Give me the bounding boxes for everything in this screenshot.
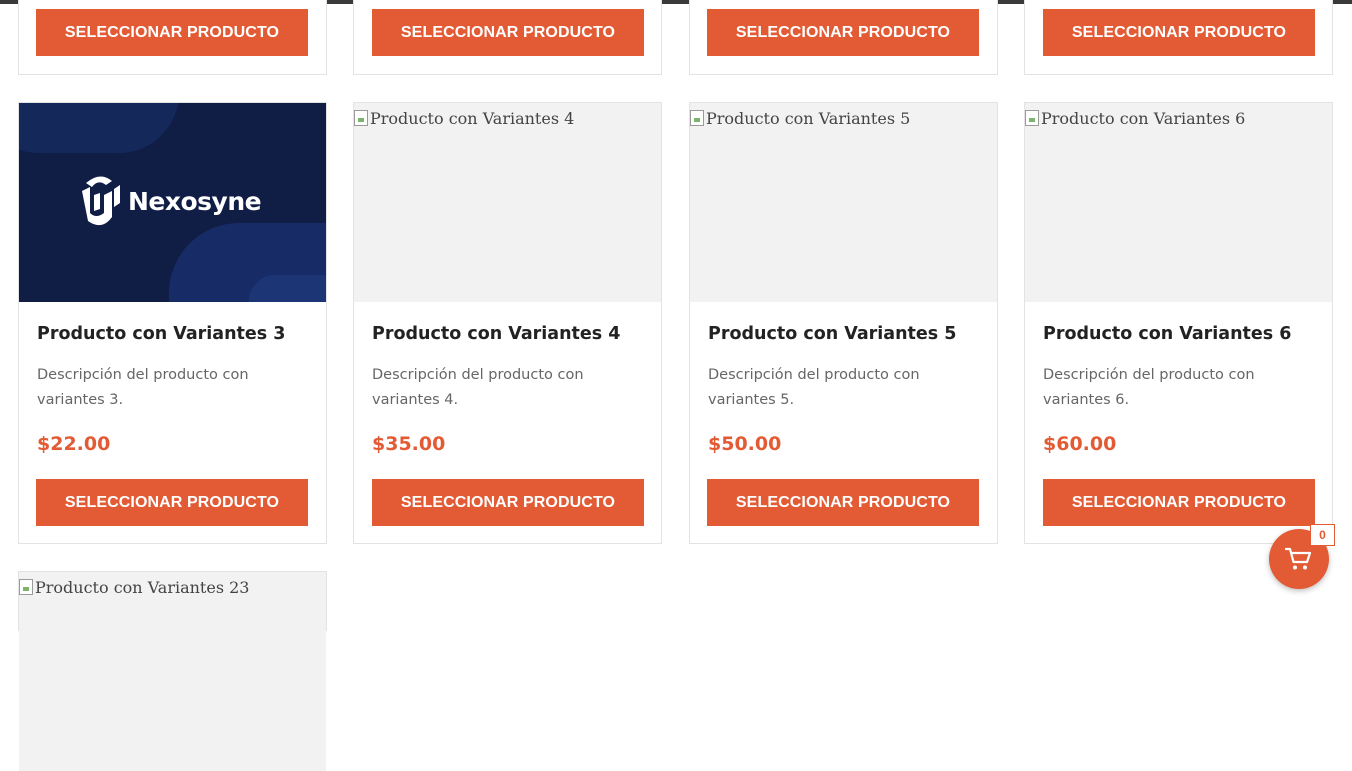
product-card: Producto con Variantes 4 Producto con Va… xyxy=(353,102,662,544)
image-alt-text: Producto con Variantes 23 xyxy=(35,578,250,597)
image-alt-text: Producto con Variantes 4 xyxy=(370,109,575,128)
broken-image-placeholder: Producto con Variantes 5 xyxy=(690,109,910,128)
product-image[interactable]: Nexosyne xyxy=(19,103,326,302)
select-product-button[interactable]: SELECCIONAR PRODUCTO xyxy=(372,9,644,56)
broken-image-placeholder: Producto con Variantes 23 xyxy=(19,578,249,597)
cart-count-badge: 0 xyxy=(1310,524,1335,546)
select-product-button[interactable]: SELECCIONAR PRODUCTO xyxy=(36,479,308,526)
product-card-top-1: SELECCIONAR PRODUCTO xyxy=(18,0,327,75)
broken-image-icon xyxy=(19,579,33,595)
image-alt-text: Producto con Variantes 5 xyxy=(706,109,911,128)
product-title[interactable]: Producto con Variantes 3 xyxy=(37,324,285,344)
product-card-bottom: Producto con Variantes 23 xyxy=(18,571,327,771)
broken-image-placeholder: Producto con Variantes 4 xyxy=(354,109,574,128)
product-card-top-4: SELECCIONAR PRODUCTO xyxy=(1024,0,1333,75)
product-description: Descripción del producto con variantes 5… xyxy=(708,367,920,408)
select-product-button[interactable]: SELECCIONAR PRODUCTO xyxy=(36,9,308,56)
brand-mark-icon xyxy=(82,176,120,226)
product-price: $50.00 xyxy=(708,433,782,455)
select-product-button[interactable]: SELECCIONAR PRODUCTO xyxy=(1043,479,1315,526)
broken-image-icon xyxy=(354,110,368,126)
product-title[interactable]: Producto con Variantes 5 xyxy=(708,324,956,344)
product-image[interactable]: Producto con Variantes 4 xyxy=(354,103,661,302)
product-price: $35.00 xyxy=(372,433,446,455)
broken-image-icon xyxy=(1025,110,1039,126)
product-price: $22.00 xyxy=(37,433,111,455)
product-description: Descripción del producto con variantes 4… xyxy=(372,367,584,408)
product-description: Descripción del producto con variantes 3… xyxy=(37,367,249,408)
product-card-top-2: SELECCIONAR PRODUCTO xyxy=(353,0,662,75)
product-card: Producto con Variantes 6 Producto con Va… xyxy=(1024,102,1333,544)
product-price: $60.00 xyxy=(1043,433,1117,455)
select-product-button[interactable]: SELECCIONAR PRODUCTO xyxy=(372,479,644,526)
product-image[interactable]: Producto con Variantes 5 xyxy=(690,103,997,302)
product-image[interactable]: Producto con Variantes 23 xyxy=(19,572,326,771)
product-card-top-3: SELECCIONAR PRODUCTO xyxy=(689,0,998,75)
select-product-button[interactable]: SELECCIONAR PRODUCTO xyxy=(707,479,979,526)
brand-name: Nexosyne xyxy=(128,186,262,216)
broken-image-placeholder: Producto con Variantes 6 xyxy=(1025,109,1245,128)
brand-logo: Nexosyne xyxy=(76,173,262,229)
product-card: Nexosyne Producto con Variantes 3 Descri… xyxy=(18,102,327,544)
product-card: Producto con Variantes 5 Producto con Va… xyxy=(689,102,998,544)
shopping-cart-icon xyxy=(1285,547,1312,570)
product-image[interactable]: Producto con Variantes 6 xyxy=(1025,103,1332,302)
product-description: Descripción del producto con variantes 6… xyxy=(1043,367,1255,408)
select-product-button[interactable]: SELECCIONAR PRODUCTO xyxy=(1043,9,1315,56)
select-product-button[interactable]: SELECCIONAR PRODUCTO xyxy=(707,9,979,56)
broken-image-icon xyxy=(690,110,704,126)
brand-banner: Nexosyne xyxy=(19,103,326,302)
image-alt-text: Producto con Variantes 6 xyxy=(1041,109,1246,128)
product-title[interactable]: Producto con Variantes 6 xyxy=(1043,324,1291,344)
product-title[interactable]: Producto con Variantes 4 xyxy=(372,324,620,344)
